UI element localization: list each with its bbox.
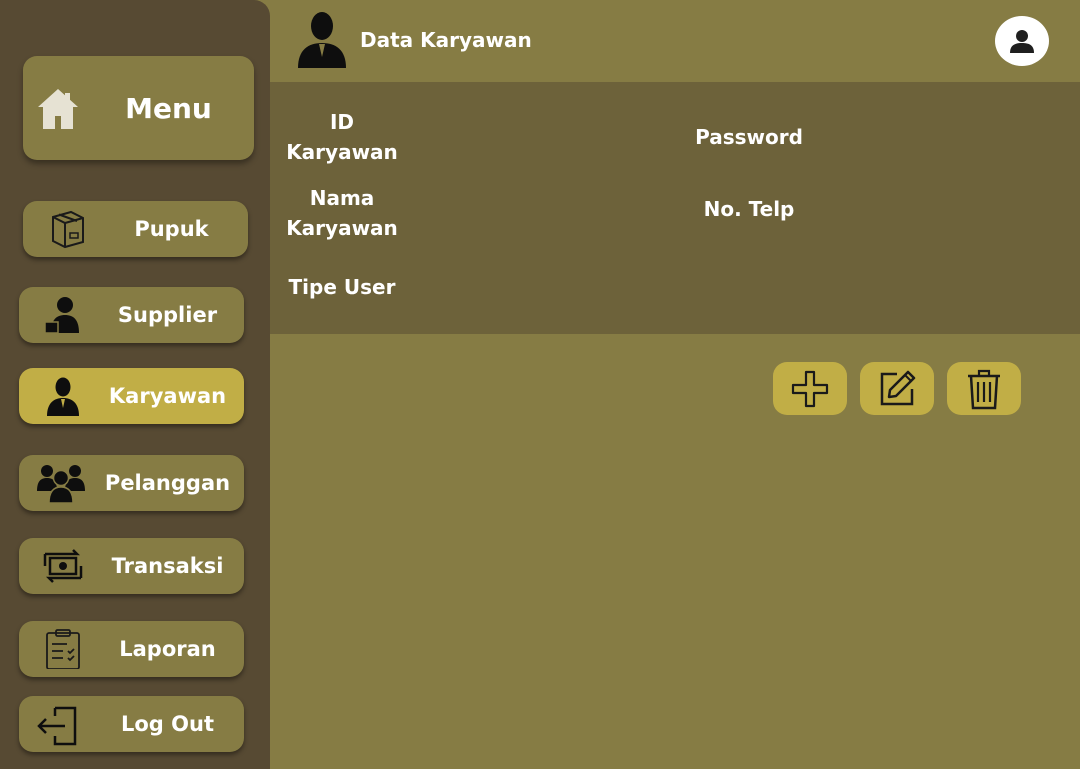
sidebar-item-logout[interactable]: Log Out	[19, 696, 244, 752]
sidebar-item-supplier[interactable]: Supplier	[19, 287, 244, 343]
package-box-icon	[52, 210, 84, 249]
money-exchange-icon	[43, 549, 83, 583]
clipboard-checklist-icon	[46, 629, 80, 669]
plus-icon	[791, 370, 829, 407]
employee-icon	[298, 12, 346, 68]
user-avatar-button[interactable]	[995, 16, 1049, 66]
sidebar-item-label: Pupuk	[134, 217, 209, 241]
tipe-user-label: Tipe User	[288, 275, 396, 299]
sidebar: Menu Pupuk Supplier Karyawan Pelanggan T…	[0, 0, 270, 769]
employee-form-panel: ID Karyawan Nama Karyawan Tipe User Pass…	[270, 82, 1080, 334]
sidebar-item-label: Pelanggan	[104, 471, 231, 495]
logout-icon	[37, 706, 77, 746]
sidebar-item-label: Laporan	[119, 637, 216, 661]
sidebar-item-pupuk[interactable]: Pupuk	[23, 201, 248, 257]
edit-icon	[880, 370, 916, 405]
no-telp-label: No. Telp	[703, 197, 795, 221]
add-button[interactable]	[773, 362, 847, 415]
group-icon	[37, 465, 85, 503]
page-title: Data Karyawan	[360, 28, 532, 52]
sidebar-item-label: Karyawan	[108, 384, 227, 408]
sidebar-item-pelanggan[interactable]: Pelanggan	[19, 455, 244, 511]
trash-icon	[968, 369, 1000, 409]
sidebar-item-laporan[interactable]: Laporan	[19, 621, 244, 677]
delete-button[interactable]	[947, 362, 1021, 415]
sidebar-item-label: Log Out	[121, 712, 214, 736]
id-karyawan-label: ID Karyawan	[286, 110, 398, 164]
user-icon	[1010, 30, 1034, 53]
home-icon	[38, 89, 78, 129]
employee-icon	[47, 377, 79, 416]
sidebar-item-karyawan[interactable]: Karyawan	[19, 368, 244, 424]
nama-karyawan-label: Nama Karyawan	[286, 186, 398, 240]
password-label: Password	[695, 125, 803, 149]
sidebar-item-label: Transaksi	[111, 554, 224, 578]
supplier-person-icon	[44, 297, 79, 334]
sidebar-item-label: Supplier	[117, 303, 218, 327]
menu-card: Menu	[23, 56, 254, 160]
header-bar: Data Karyawan	[270, 0, 1080, 82]
edit-button[interactable]	[860, 362, 934, 415]
menu-title: Menu	[125, 91, 212, 125]
sidebar-item-transaksi[interactable]: Transaksi	[19, 538, 244, 594]
